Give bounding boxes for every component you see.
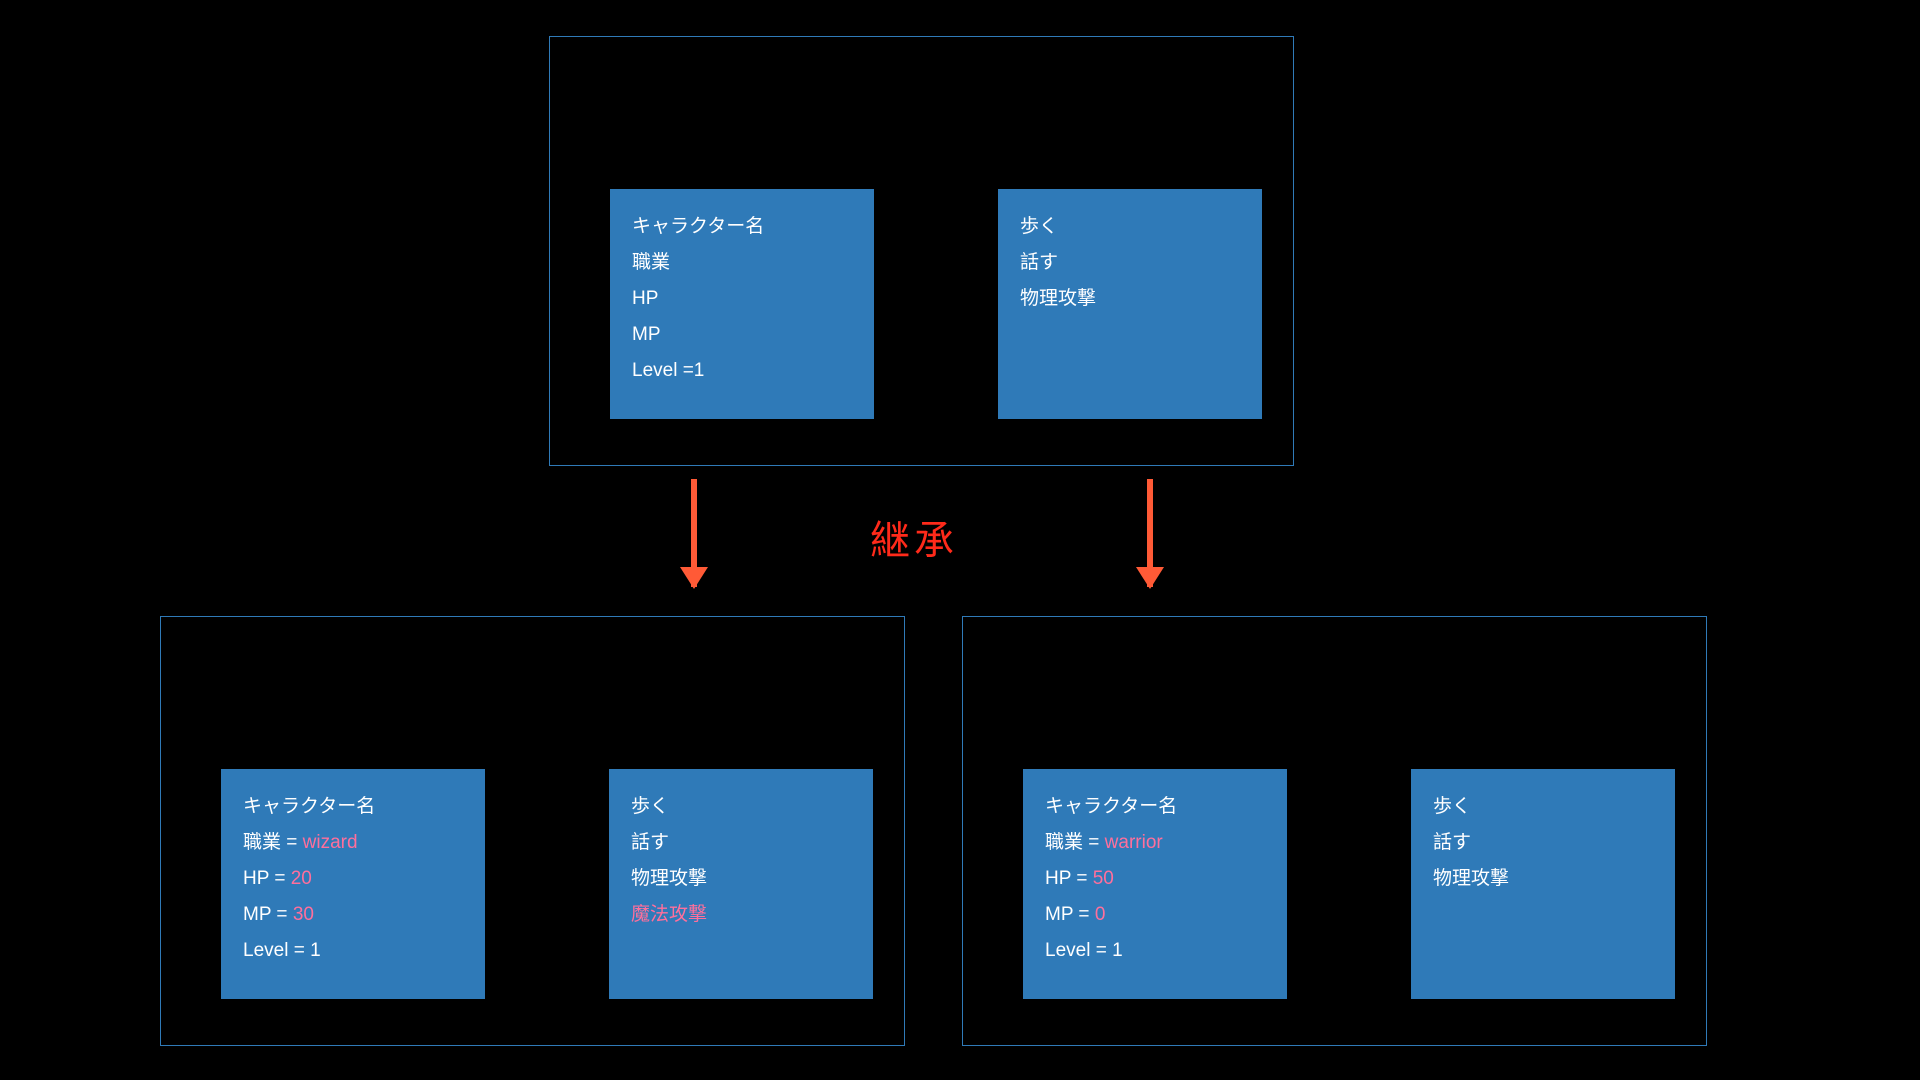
attr-mp: MP = 0	[1045, 897, 1265, 933]
attr-hp-label: HP =	[1045, 868, 1093, 889]
attr-charname: キャラクター名	[243, 789, 463, 825]
attr-hp: HP = 50	[1045, 861, 1265, 897]
attr-mp-value: 30	[293, 904, 314, 925]
attr-hp-value: 20	[291, 868, 312, 889]
attr-hp-label: HP =	[243, 868, 291, 889]
attr-mp: MP = 30	[243, 897, 463, 933]
attr-level: Level = 1	[243, 933, 463, 969]
attr-level: Level = 1	[1045, 933, 1265, 969]
parent-methods-box: 歩く 話す 物理攻撃	[998, 189, 1262, 419]
attr-job-value: warrior	[1105, 832, 1163, 853]
attr-job: 職業 = wizard	[243, 825, 463, 861]
wizard-methods-box: 歩く 話す 物理攻撃 魔法攻撃	[609, 769, 873, 999]
method-physattack: 物理攻撃	[1020, 281, 1240, 317]
attr-job-label: 職業 =	[243, 832, 303, 853]
method-talk: 話す	[1020, 245, 1240, 281]
attr-job-value: wizard	[303, 832, 358, 853]
wizard-attributes-box: キャラクター名 職業 = wizard HP = 20 MP = 30 Leve…	[221, 769, 485, 999]
parent-attributes-box: キャラクター名 職業 HP MP Level =1	[610, 189, 874, 419]
method-walk: 歩く	[1020, 209, 1240, 245]
warrior-class-box: キャラクター名 職業 = warrior HP = 50 MP = 0 Leve…	[962, 616, 1707, 1046]
attr-mp: MP	[632, 317, 852, 353]
attr-level: Level =1	[632, 353, 852, 389]
inherit-arrow-left	[691, 479, 697, 587]
method-walk: 歩く	[1433, 789, 1653, 825]
method-physattack: 物理攻撃	[631, 861, 851, 897]
attr-hp: HP = 20	[243, 861, 463, 897]
method-magicattack: 魔法攻撃	[631, 897, 851, 933]
attr-job: 職業 = warrior	[1045, 825, 1265, 861]
attr-charname: キャラクター名	[1045, 789, 1265, 825]
attr-charname: キャラクター名	[632, 209, 852, 245]
method-walk: 歩く	[631, 789, 851, 825]
attr-hp: HP	[632, 281, 852, 317]
method-talk: 話す	[1433, 825, 1653, 861]
attr-mp-label: MP =	[243, 904, 293, 925]
method-physattack: 物理攻撃	[1433, 861, 1653, 897]
warrior-methods-box: 歩く 話す 物理攻撃	[1411, 769, 1675, 999]
inherit-arrow-right	[1147, 479, 1153, 587]
wizard-class-box: キャラクター名 職業 = wizard HP = 20 MP = 30 Leve…	[160, 616, 905, 1046]
method-talk: 話す	[631, 825, 851, 861]
parent-class-box: キャラクター名 職業 HP MP Level =1 歩く 話す 物理攻撃	[549, 36, 1294, 466]
inherit-label: 継承	[870, 508, 958, 566]
attr-mp-value: 0	[1095, 904, 1106, 925]
attr-hp-value: 50	[1093, 868, 1114, 889]
warrior-attributes-box: キャラクター名 職業 = warrior HP = 50 MP = 0 Leve…	[1023, 769, 1287, 999]
attr-mp-label: MP =	[1045, 904, 1095, 925]
attr-job-label: 職業 =	[1045, 832, 1105, 853]
attr-job: 職業	[632, 245, 852, 281]
